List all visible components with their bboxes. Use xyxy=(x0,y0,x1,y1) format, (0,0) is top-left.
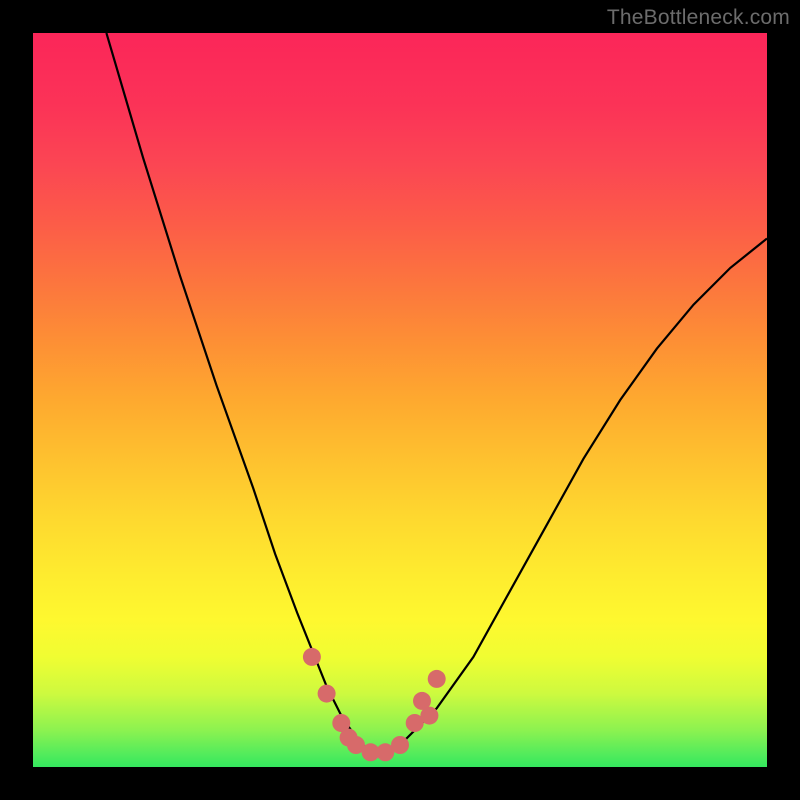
chart-frame: TheBottleneck.com xyxy=(0,0,800,800)
watermark-text: TheBottleneck.com xyxy=(607,6,790,30)
plot-area xyxy=(33,33,767,767)
curve-marker xyxy=(428,670,446,688)
curve-marker xyxy=(318,685,336,703)
chart-svg xyxy=(33,33,767,767)
bottleneck-curve xyxy=(106,33,767,752)
curve-marker xyxy=(303,648,321,666)
curve-marker xyxy=(391,736,409,754)
curve-marker xyxy=(420,707,438,725)
curve-markers xyxy=(303,648,446,761)
